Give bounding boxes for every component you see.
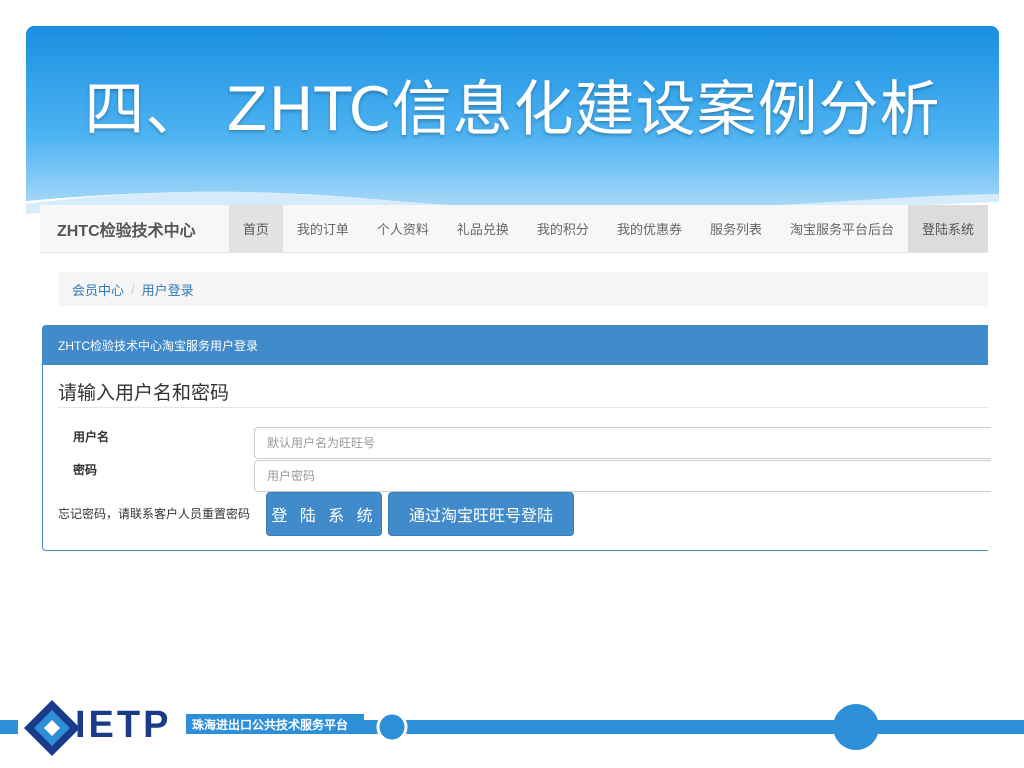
nav-item-my-coupons[interactable]: 我的优惠券	[603, 205, 696, 252]
nav-item-my-points[interactable]: 我的积分	[523, 205, 603, 252]
nav-item-login[interactable]: 登陆系统	[907, 205, 988, 252]
nav-item-service-list[interactable]: 服务列表	[696, 205, 776, 252]
taobao-login-button[interactable]: 通过淘宝旺旺号登陆	[388, 492, 574, 536]
login-button[interactable]: 登 陆 系 统	[266, 492, 382, 536]
slide-footer: IETP 珠海进出口公共技术服务平台	[0, 696, 1024, 768]
nav-item-home[interactable]: 首页	[228, 205, 283, 252]
slide-title: 四、 ZHTC信息化建设案例分析	[84, 75, 941, 145]
password-label: 密码	[73, 463, 98, 477]
forgot-password-text: 忘记密码，请联系客户人员重置密码	[58, 507, 251, 521]
nav-item-profile[interactable]: 个人资料	[363, 205, 443, 252]
username-label: 用户名	[73, 430, 110, 444]
footer-platform-text: 珠海进出口公共技术服务平台	[186, 714, 364, 734]
form-divider	[58, 407, 988, 408]
breadcrumb: 会员中心 / 用户登录	[58, 272, 988, 306]
nav-item-my-orders[interactable]: 我的订单	[283, 205, 363, 252]
navbar: ZHTC检验技术中心 首页 我的订单 个人资料 礼品兑换 我的积分 我的优惠券 …	[40, 205, 988, 253]
nav-item-taobao-admin[interactable]: 淘宝服务平台后台	[776, 205, 908, 252]
ietp-logo-icon	[24, 700, 80, 756]
nav-item-gift-exchange[interactable]: 礼品兑换	[443, 205, 523, 252]
breadcrumb-user-login[interactable]: 用户登录	[142, 280, 194, 299]
password-input[interactable]	[254, 460, 991, 492]
panel-heading: ZHTC检验技术中心淘宝服务用户登录	[43, 326, 988, 365]
footer-logo-text: IETP	[75, 704, 172, 746]
breadcrumb-member-center[interactable]: 会员中心	[72, 280, 124, 299]
nav-menu: 首页 我的订单 个人资料 礼品兑换 我的积分 我的优惠券 服务列表 淘宝服务平台…	[228, 205, 988, 252]
brand-logo-text[interactable]: ZHTC检验技术中心	[40, 205, 229, 252]
form-title: 请输入用户名和密码	[58, 383, 230, 404]
username-input[interactable]	[254, 427, 991, 459]
breadcrumb-separator: /	[131, 281, 135, 297]
login-panel: ZHTC检验技术中心淘宝服务用户登录 请输入用户名和密码 用户名 密码 忘记密码…	[42, 325, 991, 551]
